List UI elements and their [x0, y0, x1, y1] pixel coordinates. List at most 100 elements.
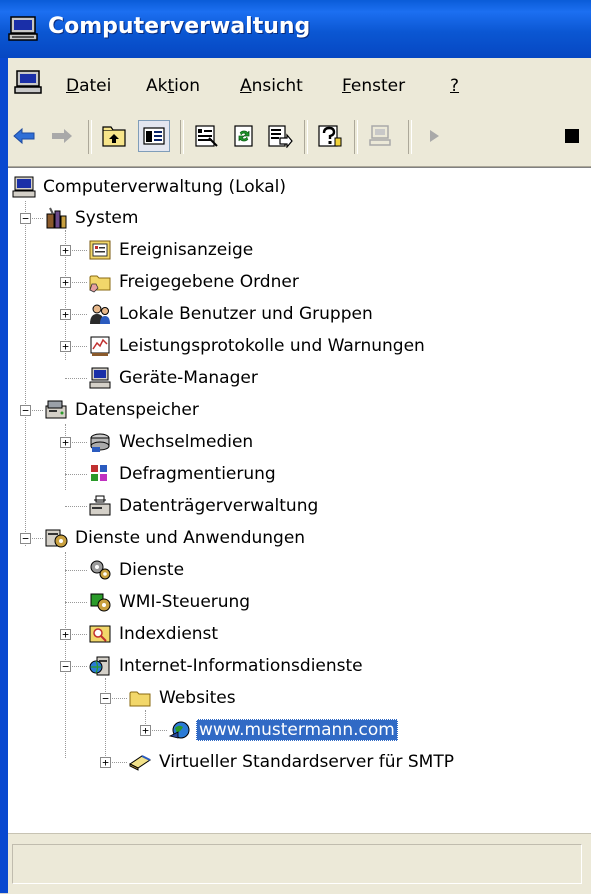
- tree-node-label: Defragmentierung: [119, 464, 276, 484]
- tree-line: [25, 201, 26, 546]
- tree-node-datenspeicher[interactable]: Datenspeicher: [44, 396, 202, 424]
- window-frame: [0, 58, 8, 893]
- tree-node-wechselmedien[interactable]: Wechselmedien: [88, 428, 256, 456]
- play-icon: [418, 120, 450, 152]
- tree-node-label: WMI-Steuerung: [119, 592, 251, 612]
- tree-node-lokale-benutzer[interactable]: Lokale Benutzer und Gruppen: [88, 300, 376, 328]
- computer-disabled-icon: [364, 120, 396, 152]
- tree-line: [65, 506, 87, 507]
- forward-arrow-icon: [46, 120, 78, 152]
- tree-node-dienste[interactable]: Dienste: [88, 556, 187, 584]
- stop-icon[interactable]: [556, 120, 588, 152]
- properties-icon[interactable]: [190, 120, 222, 152]
- disk-management-icon: [89, 495, 111, 516]
- tree-node-label: Computerverwaltung (Lokal): [43, 177, 286, 197]
- export-list-icon[interactable]: [264, 120, 296, 152]
- shared-folder-icon: [89, 275, 111, 293]
- computer-management-icon: [12, 176, 36, 198]
- tree-node-websites[interactable]: Websites: [128, 684, 239, 712]
- tree-node-smtp[interactable]: Virtueller Standardserver für SMTP: [128, 748, 457, 776]
- menu-help[interactable]: ?: [450, 76, 459, 96]
- menu-label: ion: [174, 76, 201, 96]
- tree-line: [65, 378, 87, 379]
- expand-toggle[interactable]: +: [60, 245, 71, 256]
- tree-line: [65, 552, 66, 758]
- removable-storage-icon: [90, 433, 110, 452]
- tree-node-geraete-manager[interactable]: Geräte-Manager: [88, 364, 261, 392]
- storage-icon: [45, 400, 67, 419]
- tree-node-datentraegerverwaltung[interactable]: Datenträgerverwaltung: [88, 492, 321, 520]
- system-tools-icon: [46, 207, 67, 229]
- tree-node-label: Geräte-Manager: [119, 368, 258, 388]
- menu-fenster[interactable]: Fenster: [342, 76, 405, 96]
- menu-label: Ak: [146, 76, 168, 96]
- up-level-icon[interactable]: [98, 120, 130, 152]
- tree-node-defragmentierung[interactable]: Defragmentierung: [88, 460, 279, 488]
- accel-key: F: [342, 76, 351, 96]
- tree-node-system[interactable]: System: [44, 204, 141, 232]
- expand-toggle[interactable]: +: [140, 725, 151, 736]
- tree-node-label: Lokale Benutzer und Gruppen: [119, 304, 373, 324]
- help-icon[interactable]: [314, 120, 346, 152]
- tree-node-label: Dienste: [119, 560, 185, 580]
- system-menu-icon[interactable]: [14, 70, 42, 100]
- menu-ansicht[interactable]: Ansicht: [240, 76, 303, 96]
- collapse-toggle[interactable]: −: [60, 661, 71, 672]
- tree-line: [65, 474, 87, 475]
- tree-node-freigegebene-ordner[interactable]: Freigegebene Ordner: [88, 268, 302, 296]
- window-title: Computerverwaltung: [48, 14, 311, 39]
- show-hide-console-tree-icon[interactable]: [138, 120, 170, 152]
- refresh-icon[interactable]: [228, 120, 260, 152]
- tree-node-label: Leistungsprotokolle und Warnungen: [119, 336, 425, 356]
- tree-node-indexdienst[interactable]: Indexdienst: [88, 620, 221, 648]
- back-arrow-icon[interactable]: [8, 120, 40, 152]
- tree-node-ereignisanzeige[interactable]: Ereignisanzeige: [88, 236, 256, 264]
- tree-node-label: Wechselmedien: [119, 432, 254, 452]
- tree-node-label: Datenspeicher: [75, 400, 199, 420]
- menu-label: nsicht: [251, 76, 303, 96]
- website-globe-icon: [168, 721, 190, 739]
- expand-toggle[interactable]: +: [60, 437, 71, 448]
- tree-node-label: Datenträgerverwaltung: [119, 496, 319, 516]
- toolbar-separator: [180, 120, 184, 154]
- collapse-toggle[interactable]: −: [20, 533, 31, 544]
- collapse-toggle[interactable]: −: [20, 213, 31, 224]
- users-groups-icon: [90, 304, 110, 324]
- tree-node-leistungsprotokolle[interactable]: Leistungsprotokolle und Warnungen: [88, 332, 428, 360]
- collapse-toggle[interactable]: −: [100, 693, 111, 704]
- tree-node-label: www.mustermann.com: [196, 719, 398, 741]
- tree-line: [65, 602, 87, 603]
- smtp-server-icon: [129, 755, 151, 771]
- tree-node-iis[interactable]: Internet-Informationsdienste: [88, 652, 366, 680]
- toolbar-separator: [408, 120, 412, 154]
- tree-node-root[interactable]: Computerverwaltung (Lokal): [12, 173, 289, 201]
- expand-toggle[interactable]: +: [60, 277, 71, 288]
- toolbar-separator: [88, 120, 92, 154]
- tree-node-label: Dienste und Anwendungen: [75, 528, 306, 548]
- iis-icon: [89, 656, 110, 676]
- status-bar-cell: [12, 844, 582, 884]
- collapse-toggle[interactable]: −: [20, 405, 31, 416]
- tree-node-dienste-und-anwendungen[interactable]: Dienste und Anwendungen: [44, 524, 308, 552]
- event-viewer-icon: [89, 240, 111, 260]
- services-gear-icon: [90, 560, 111, 580]
- expand-toggle[interactable]: +: [100, 757, 111, 768]
- expand-toggle[interactable]: +: [60, 629, 71, 640]
- title-bar[interactable]: Computerverwaltung: [0, 0, 591, 58]
- menu-bar: Datei Aktion Ansicht Fenster ?: [8, 58, 591, 111]
- status-bar: [8, 833, 591, 894]
- tree-node-website-selected[interactable]: www.mustermann.com: [168, 716, 398, 744]
- expand-toggle[interactable]: +: [60, 341, 71, 352]
- menu-aktion[interactable]: Aktion: [146, 76, 200, 96]
- toolbar: [8, 110, 591, 167]
- folder-icon: [129, 691, 151, 707]
- expand-toggle[interactable]: +: [60, 309, 71, 320]
- tree-node-wmi-steuerung[interactable]: WMI-Steuerung: [88, 588, 253, 616]
- toolbar-separator: [304, 120, 308, 154]
- menu-datei[interactable]: Datei: [66, 76, 111, 96]
- performance-logs-icon: [90, 336, 110, 356]
- wmi-control-icon: [90, 593, 111, 612]
- indexing-service-icon: [89, 625, 111, 643]
- services-applications-icon: [45, 529, 68, 548]
- computer-management-icon: [8, 16, 38, 46]
